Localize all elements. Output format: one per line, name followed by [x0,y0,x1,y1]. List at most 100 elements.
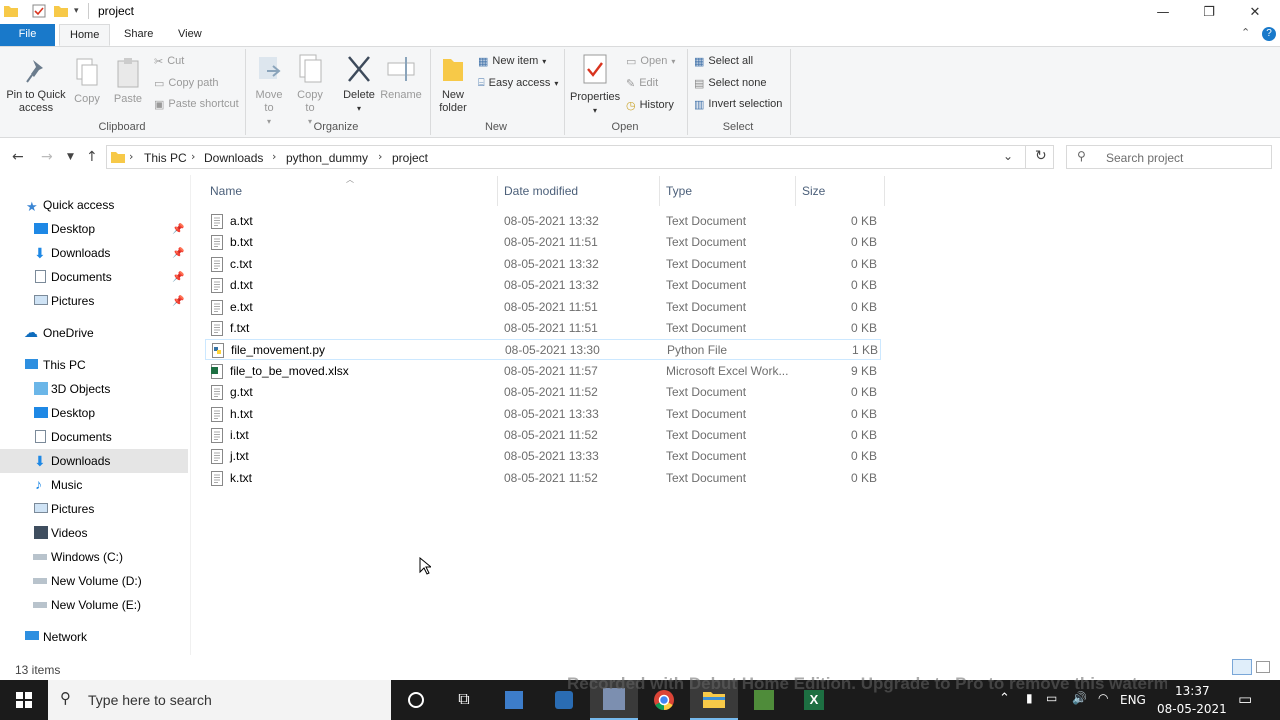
new-folder-button[interactable]: New folder [436,53,470,115]
breadcrumb-python-dummy[interactable]: python_dummy [286,151,368,165]
taskbar-search-input[interactable]: ⚲ Type here to search [48,680,391,720]
back-arrow-icon[interactable]: ← [12,149,24,165]
open-button[interactable]: ▭ Open ▾ [626,52,675,70]
nav-pictures[interactable]: Pictures [0,497,188,521]
nav-drive-c[interactable]: Windows (C:) [0,545,188,569]
column-divider[interactable] [497,176,498,206]
tab-view[interactable]: View [168,24,212,46]
pin-quick-access-button[interactable]: Pin to Quick access [4,57,68,115]
column-divider[interactable] [884,176,885,206]
properties-quick-icon[interactable] [32,4,46,18]
address-dropdown-icon[interactable]: ⌄ [1003,149,1013,163]
refresh-icon[interactable]: ↻ [1035,148,1047,164]
large-icons-view-icon[interactable] [1256,661,1270,673]
tab-home[interactable]: Home [59,24,111,46]
close-button[interactable]: ✕ [1232,0,1278,24]
nav-quick-access[interactable]: ★ Quick access [0,193,188,217]
file-row[interactable]: c.txt 08-05-2021 13:32 Text Document 0 KB [205,254,881,275]
pin-icon[interactable]: 📌 [172,296,184,307]
breadcrumb-this-pc[interactable]: This PC [144,151,187,165]
properties-button[interactable]: Properties ▾ [570,53,620,117]
tab-file[interactable]: File [0,24,55,46]
nav-3d-objects[interactable]: 3D Objects [0,377,188,401]
pin-icon[interactable]: 📌 [172,248,184,259]
paste-button[interactable]: Paste [110,57,146,106]
nav-network[interactable]: Network [0,625,188,649]
details-view-icon[interactable] [1232,659,1252,675]
column-header-size[interactable]: Size [802,184,825,198]
file-row[interactable]: g.txt 08-05-2021 11:52 Text Document 0 KB [205,382,881,403]
nav-quick-pictures[interactable]: Pictures 📌 [0,289,188,313]
rename-button[interactable]: Rename [380,53,422,102]
clock-date[interactable]: 08-05-2021 [1157,702,1227,716]
start-button[interactable] [0,680,48,720]
nav-quick-downloads[interactable]: ⬇ Downloads 📌 [0,241,188,265]
nav-videos[interactable]: Videos [0,521,188,545]
file-row[interactable]: a.txt 08-05-2021 13:32 Text Document 0 KB [205,211,881,232]
nav-onedrive[interactable]: ☁ OneDrive [0,321,188,345]
breadcrumb-project[interactable]: project [392,151,428,165]
copy-path-button[interactable]: ▭ Copy path [154,74,219,92]
help-icon[interactable]: ? [1262,27,1276,41]
new-item-button[interactable]: ▦ New item ▾ [478,52,546,70]
paste-shortcut-button[interactable]: ▣ Paste shortcut [154,95,239,113]
file-row[interactable]: i.txt 08-05-2021 11:52 Text Document 0 KB [205,425,881,446]
nav-documents[interactable]: Documents [0,425,188,449]
nav-desktop[interactable]: Desktop [0,401,188,425]
delete-button[interactable]: Delete ▾ [340,53,378,115]
file-row[interactable]: file_to_be_moved.xlsx 08-05-2021 11:57 Mic… [205,361,881,382]
nav-music[interactable]: ♪ Music [0,473,188,497]
invert-selection-button[interactable]: ▥ Invert selection [694,95,782,113]
nav-drive-e[interactable]: New Volume (E:) [0,593,188,617]
breadcrumb-downloads[interactable]: Downloads [204,151,263,165]
nav-quick-desktop[interactable]: Desktop 📌 [0,217,188,241]
column-divider[interactable] [795,176,796,206]
pin-icon[interactable]: 📌 [172,272,184,283]
cut-button[interactable]: ✂ Cut [154,52,184,70]
maximize-button[interactable]: ❐ [1186,0,1232,24]
file-row[interactable]: d.txt 08-05-2021 13:32 Text Document 0 KB [205,275,881,296]
customize-toolbar-icon[interactable]: ▾ [74,5,79,16]
nav-drive-d[interactable]: New Volume (D:) [0,569,188,593]
collapse-ribbon-icon[interactable]: ⌃ [1241,26,1250,39]
column-header-date[interactable]: Date modified [504,184,578,198]
file-row[interactable]: f.txt 08-05-2021 11:51 Text Document 0 KB [205,318,881,339]
select-none-button[interactable]: ▤ Select none [694,74,767,92]
nav-quick-documents[interactable]: Documents 📌 [0,265,188,289]
taskbar-app-network[interactable] [490,680,538,720]
file-row[interactable]: k.txt 08-05-2021 11:52 Text Document 0 KB [205,468,881,489]
tab-share[interactable]: Share [114,24,163,46]
nav-this-pc[interactable]: This PC [0,353,188,377]
move-to-button[interactable]: Move to ▾ [252,53,286,128]
recent-locations-icon[interactable]: ▼ [67,152,74,162]
easy-access-button[interactable]: ⌸ Easy access ▾ [478,74,558,92]
file-row[interactable]: h.txt 08-05-2021 13:33 Text Document 0 KB [205,404,881,425]
notifications-icon[interactable]: ▭ [1238,690,1252,708]
file-row[interactable]: file_movement.py 08-05-2021 13:30 Python F… [205,339,881,361]
up-arrow-icon[interactable]: ↑ [86,149,98,165]
file-row[interactable]: e.txt 08-05-2021 11:51 Text Document 0 KB [205,297,881,318]
select-all-button[interactable]: ▦ Select all [694,52,753,70]
pin-icon[interactable]: 📌 [172,224,184,235]
column-header-name[interactable]: Name [210,184,242,198]
search-input[interactable]: ⚲ Search project [1066,145,1272,169]
task-view-button[interactable]: ⧉ [440,680,488,720]
edit-button[interactable]: ✎ Edit [626,74,658,92]
nav-downloads[interactable]: ⬇ Downloads [0,449,188,473]
history-button[interactable]: ◷ History [626,96,674,114]
cortana-button[interactable] [392,680,440,720]
text-file-icon [211,278,223,294]
group-label-select: Select [722,121,754,133]
address-bar[interactable]: › This PC › Downloads › python_dummy › p… [106,145,1054,169]
forward-arrow-icon[interactable]: → [41,149,53,165]
copy-to-button[interactable]: Copy to ▾ [294,53,326,128]
file-row[interactable]: b.txt 08-05-2021 11:51 Text Document 0 KB [205,232,881,253]
clock-time[interactable]: 13:37 [1175,684,1210,698]
minimize-button[interactable]: — [1140,0,1186,24]
copy-button[interactable]: Copy [70,57,104,106]
file-row[interactable]: j.txt 08-05-2021 13:33 Text Document 0 KB [205,446,881,467]
column-header-type[interactable]: Type [666,184,692,198]
new-folder-quick-icon[interactable] [54,4,68,18]
column-divider[interactable] [659,176,660,206]
language-indicator[interactable]: ENG [1120,693,1146,707]
